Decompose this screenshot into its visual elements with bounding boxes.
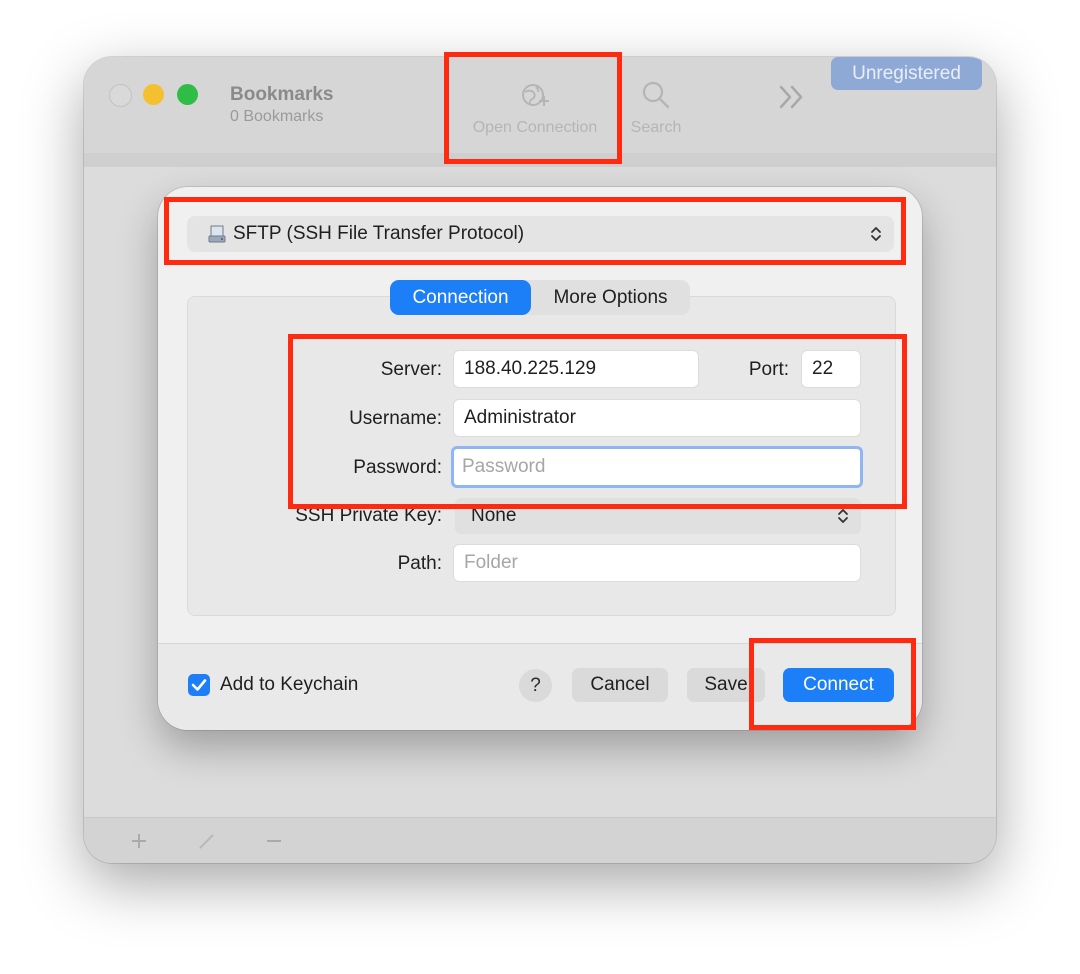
highlight-protocol	[164, 197, 906, 265]
edit-icon[interactable]	[197, 832, 215, 850]
chevron-up-down-icon	[838, 509, 848, 523]
checkmark-icon	[191, 679, 207, 691]
keychain-label[interactable]: Add to Keychain	[220, 674, 358, 696]
add-icon[interactable]	[130, 832, 148, 850]
highlight-connect	[749, 638, 916, 730]
bookmark-count: 0 Bookmarks	[230, 108, 324, 125]
tab-connection[interactable]: Connection	[390, 280, 531, 315]
zoom-window-button[interactable]	[177, 84, 198, 105]
keychain-checkbox[interactable]	[188, 674, 210, 696]
tab-more-options[interactable]: More Options	[531, 280, 690, 315]
cancel-button[interactable]: Cancel	[572, 668, 668, 702]
search-button[interactable]: Search	[622, 77, 690, 137]
path-field[interactable]: Folder	[453, 544, 861, 582]
bookmark-actions-bar	[84, 817, 996, 863]
search-icon	[642, 81, 670, 109]
window-title: Bookmarks	[230, 84, 334, 105]
help-button[interactable]: ?	[519, 669, 552, 702]
path-label: Path:	[397, 553, 442, 574]
highlight-open-connection	[444, 52, 622, 164]
search-label: Search	[630, 119, 682, 136]
close-window-button[interactable]	[109, 84, 132, 107]
remove-icon[interactable]	[265, 832, 283, 850]
toolbar-overflow-icon[interactable]	[772, 77, 812, 117]
minimize-window-button[interactable]	[143, 84, 164, 105]
unregistered-badge[interactable]: Unregistered	[831, 57, 982, 90]
highlight-credentials	[288, 334, 907, 509]
tab-bar: Connection More Options	[390, 280, 690, 315]
